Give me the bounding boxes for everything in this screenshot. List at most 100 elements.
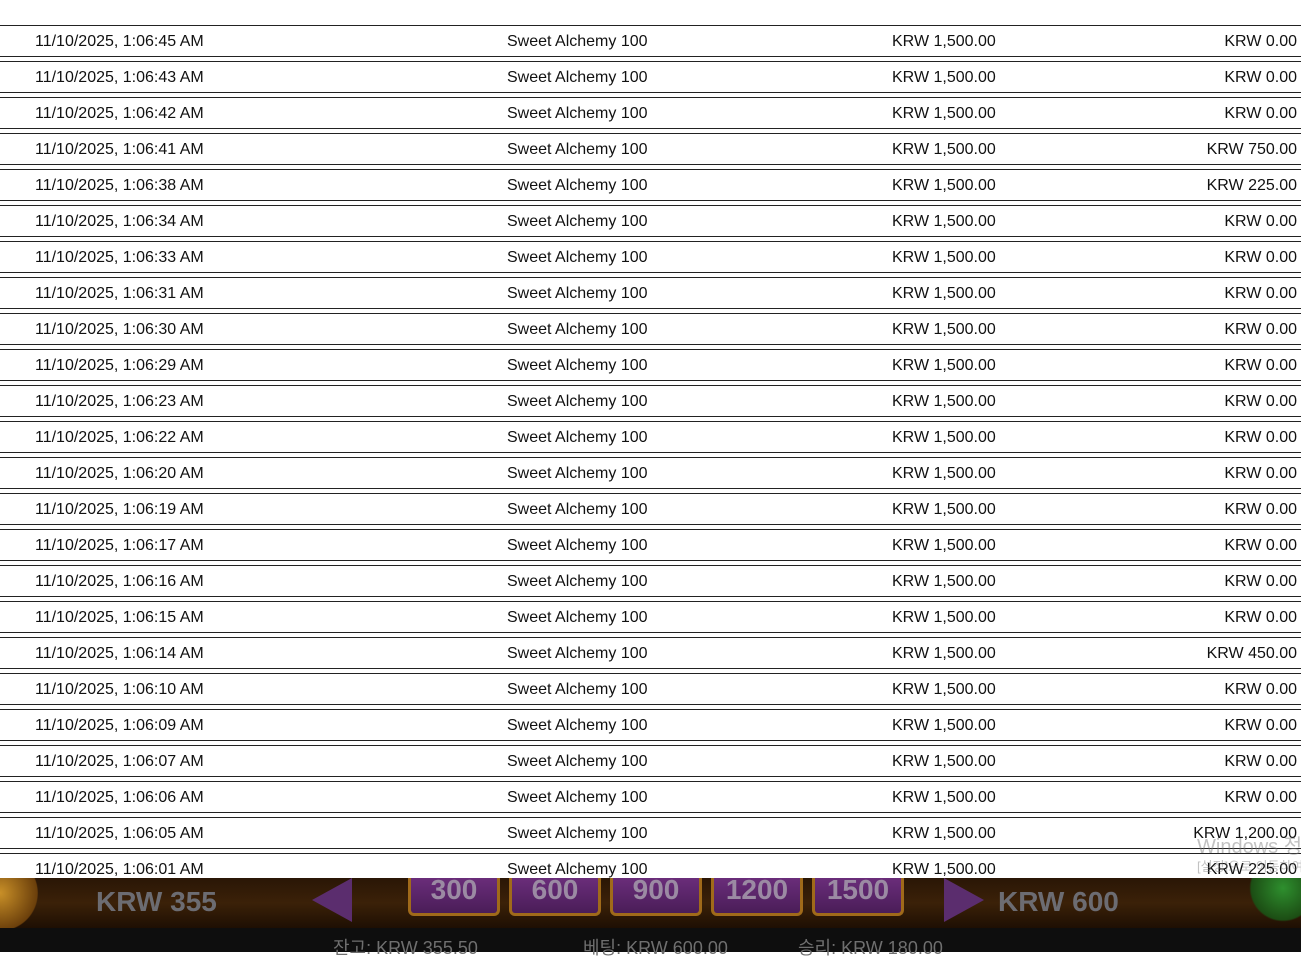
table-row[interactable]: 11/10/2025, 1:06:31 AM Sweet Alchemy 100 K… [0,277,1301,309]
row-game-name: Sweet Alchemy 100 [507,681,648,698]
row-win-amount: KRW 0.00 [1224,681,1297,698]
row-game-name: Sweet Alchemy 100 [507,105,648,122]
row-bet-amount: KRW 1,500.00 [892,33,996,50]
row-game-name: Sweet Alchemy 100 [507,429,648,446]
row-win-amount: KRW 0.00 [1224,69,1297,86]
bet-chip-1500[interactable]: 1500 [812,878,904,916]
row-bet-amount: KRW 1,500.00 [892,357,996,374]
table-row[interactable]: 11/10/2025, 1:06:19 AM Sweet Alchemy 100 K… [0,493,1301,525]
row-date: 11/10/2025, 1:06:34 AM [35,213,204,230]
row-date: 11/10/2025, 1:06:07 AM [35,753,204,770]
table-row[interactable]: 11/10/2025, 1:06:16 AM Sweet Alchemy 100 K… [0,565,1301,597]
table-row[interactable]: 11/10/2025, 1:06:41 AM Sweet Alchemy 100 K… [0,133,1301,165]
bet-history-rows: 11/10/2025, 1:06:45 AM Sweet Alchemy 100 K… [0,25,1301,878]
row-date: 11/10/2025, 1:06:14 AM [35,645,204,662]
table-row[interactable]: 11/10/2025, 1:06:05 AM Sweet Alchemy 100 K… [0,817,1301,849]
row-game-name: Sweet Alchemy 100 [507,177,648,194]
row-win-amount: KRW 0.00 [1224,501,1297,518]
row-win-amount: KRW 0.00 [1224,249,1297,266]
row-date: 11/10/2025, 1:06:10 AM [35,681,204,698]
row-date: 11/10/2025, 1:06:01 AM [35,861,204,878]
row-win-amount: KRW 0.00 [1224,357,1297,374]
status-balance: 잔고: KRW 355.50 [333,938,478,958]
row-bet-amount: KRW 1,500.00 [892,645,996,662]
table-row[interactable]: 11/10/2025, 1:06:45 AM Sweet Alchemy 100 K… [0,25,1301,57]
row-win-amount: KRW 0.00 [1224,429,1297,446]
bet-chip-600[interactable]: 600 [509,878,601,916]
row-bet-amount: KRW 1,500.00 [892,69,996,86]
bet-chip-900[interactable]: 900 [610,878,702,916]
table-row[interactable]: 11/10/2025, 1:06:22 AM Sweet Alchemy 100 K… [0,421,1301,453]
table-row[interactable]: 11/10/2025, 1:06:33 AM Sweet Alchemy 100 K… [0,241,1301,273]
table-row[interactable]: 11/10/2025, 1:06:01 AM Sweet Alchemy 100 K… [0,853,1301,878]
row-win-amount: KRW 225.00 [1206,177,1297,194]
table-row[interactable]: 11/10/2025, 1:06:09 AM Sweet Alchemy 100 K… [0,709,1301,741]
bet-chip-300[interactable]: 300 [408,878,500,916]
row-game-name: Sweet Alchemy 100 [507,789,648,806]
row-win-amount: KRW 0.00 [1224,213,1297,230]
row-date: 11/10/2025, 1:06:33 AM [35,249,204,266]
table-row[interactable]: 11/10/2025, 1:06:23 AM Sweet Alchemy 100 K… [0,385,1301,417]
row-win-amount: KRW 0.00 [1224,393,1297,410]
row-win-amount: KRW 0.00 [1224,285,1297,302]
row-game-name: Sweet Alchemy 100 [507,753,648,770]
row-game-name: Sweet Alchemy 100 [507,501,648,518]
row-bet-amount: KRW 1,500.00 [892,177,996,194]
row-date: 11/10/2025, 1:06:16 AM [35,573,204,590]
row-date: 11/10/2025, 1:06:29 AM [35,357,204,374]
row-win-amount: KRW 0.00 [1224,33,1297,50]
table-row[interactable]: 11/10/2025, 1:06:42 AM Sweet Alchemy 100 K… [0,97,1301,129]
table-row[interactable]: 11/10/2025, 1:06:15 AM Sweet Alchemy 100 K… [0,601,1301,633]
row-game-name: Sweet Alchemy 100 [507,825,648,842]
table-row[interactable]: 11/10/2025, 1:06:29 AM Sweet Alchemy 100 K… [0,349,1301,381]
bet-chip-label: 900 [632,878,680,905]
row-date: 11/10/2025, 1:06:38 AM [35,177,204,194]
ornament-right [1241,878,1301,928]
table-row[interactable]: 11/10/2025, 1:06:30 AM Sweet Alchemy 100 K… [0,313,1301,345]
row-bet-amount: KRW 1,500.00 [892,141,996,158]
table-row[interactable]: 11/10/2025, 1:06:38 AM Sweet Alchemy 100 K… [0,169,1301,201]
table-row[interactable]: 11/10/2025, 1:06:07 AM Sweet Alchemy 100 K… [0,745,1301,777]
table-row[interactable]: 11/10/2025, 1:06:43 AM Sweet Alchemy 100 K… [0,61,1301,93]
row-bet-amount: KRW 1,500.00 [892,789,996,806]
status-bar: 잔고: KRW 355.50 베팅: KRW 600.00 승리: KRW 18… [0,928,1301,958]
row-bet-amount: KRW 1,500.00 [892,285,996,302]
row-bet-amount: KRW 1,500.00 [892,105,996,122]
table-row[interactable]: 11/10/2025, 1:06:14 AM Sweet Alchemy 100 K… [0,637,1301,669]
row-date: 11/10/2025, 1:06:22 AM [35,429,204,446]
bet-chip-label: 1200 [725,878,789,905]
arrow-right-icon[interactable] [944,878,984,922]
row-bet-amount: KRW 1,500.00 [892,861,996,878]
row-date: 11/10/2025, 1:06:45 AM [35,33,204,50]
table-row[interactable]: 11/10/2025, 1:06:10 AM Sweet Alchemy 100 K… [0,673,1301,705]
row-game-name: Sweet Alchemy 100 [507,861,648,878]
row-date: 11/10/2025, 1:06:41 AM [35,141,204,158]
status-bet: 베팅: KRW 600.00 [583,938,728,958]
bet-chip-1200[interactable]: 1200 [711,878,803,916]
row-game-name: Sweet Alchemy 100 [507,69,648,86]
bet-chip-label: 1500 [826,878,890,905]
table-row[interactable]: 11/10/2025, 1:06:06 AM Sweet Alchemy 100 K… [0,781,1301,813]
row-game-name: Sweet Alchemy 100 [507,537,648,554]
arrow-left-icon[interactable] [312,878,352,922]
table-row[interactable]: 11/10/2025, 1:06:17 AM Sweet Alchemy 100 K… [0,529,1301,561]
row-win-amount: KRW 0.00 [1224,789,1297,806]
row-game-name: Sweet Alchemy 100 [507,609,648,626]
row-bet-amount: KRW 1,500.00 [892,321,996,338]
row-bet-amount: KRW 1,500.00 [892,465,996,482]
row-game-name: Sweet Alchemy 100 [507,321,648,338]
row-date: 11/10/2025, 1:06:19 AM [35,501,204,518]
row-date: 11/10/2025, 1:06:09 AM [35,717,204,734]
bet-history-table: 11/10/2025, 1:06:45 AM Sweet Alchemy 100 K… [0,0,1301,878]
table-row[interactable]: 11/10/2025, 1:06:34 AM Sweet Alchemy 100 K… [0,205,1301,237]
row-bet-amount: KRW 1,500.00 [892,609,996,626]
row-win-amount: KRW 0.00 [1224,573,1297,590]
table-row[interactable]: 11/10/2025, 1:06:20 AM Sweet Alchemy 100 K… [0,457,1301,489]
row-bet-amount: KRW 1,500.00 [892,573,996,590]
row-win-amount: KRW 0.00 [1224,609,1297,626]
row-win-amount: KRW 450.00 [1206,645,1297,662]
row-bet-amount: KRW 1,500.00 [892,825,996,842]
row-bet-amount: KRW 1,500.00 [892,717,996,734]
game-bet-strip: KRW 355 300 600 900 1200 1500 KRW 600 [0,878,1301,928]
row-win-amount: KRW 750.00 [1206,141,1297,158]
